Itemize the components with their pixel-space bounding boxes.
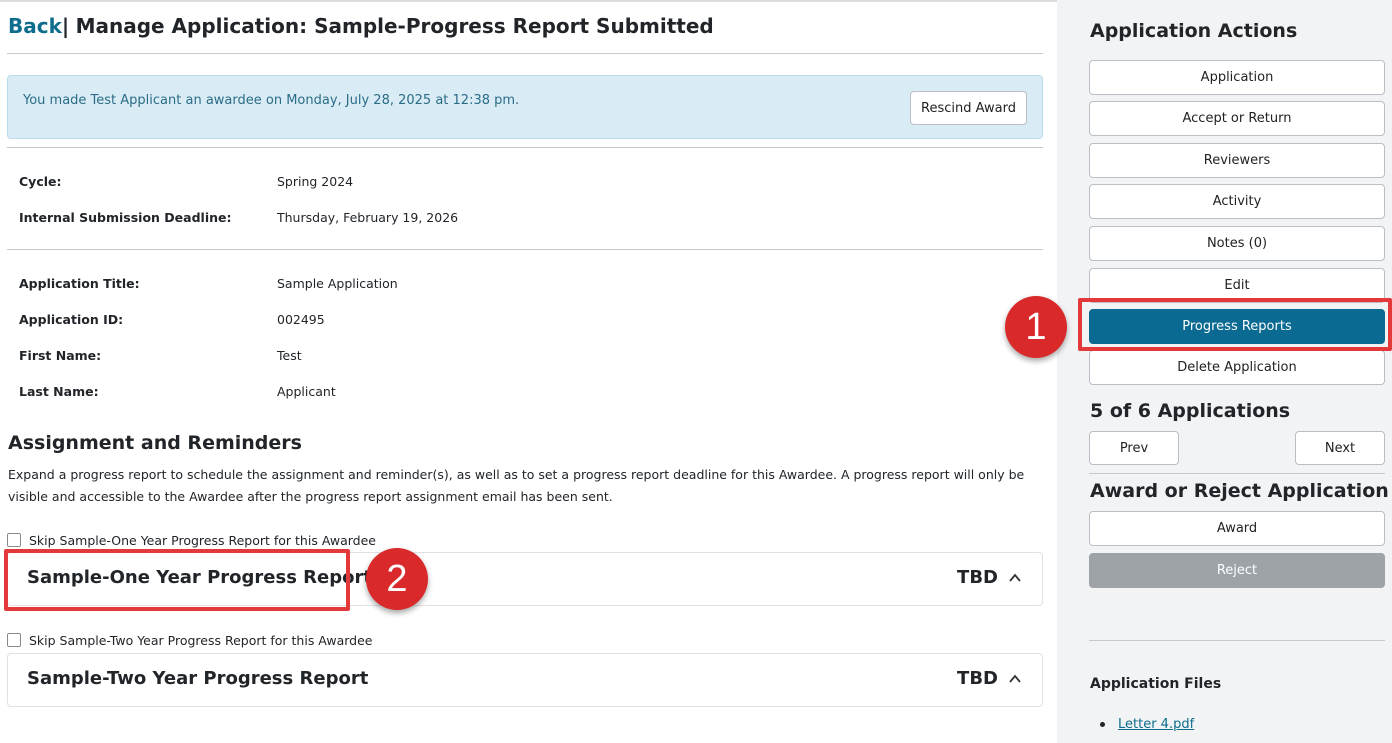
step-badge: 2 [366, 548, 428, 610]
progress-report-accordion[interactable]: Sample-One Year Progress Report TBD [7, 552, 1043, 606]
page-header: Back| Manage Application: Sample-Progres… [8, 11, 714, 41]
skip-label: Skip Sample-One Year Progress Report for… [29, 532, 376, 548]
file-list-item: Letter 4.pdf [1100, 717, 1194, 732]
last-name-label: Last Name: [19, 384, 99, 399]
skip-checkbox[interactable] [7, 533, 21, 547]
alert-message: You made Test Applicant an awardee on Mo… [23, 93, 520, 108]
divider [1089, 473, 1385, 474]
first-name-label: First Name: [19, 348, 102, 363]
divider [7, 53, 1043, 54]
file-link[interactable]: Letter 4.pdf [1118, 717, 1194, 732]
reviewers-button[interactable]: Reviewers [1089, 143, 1385, 178]
award-reject-heading: Award or Reject Application [1090, 480, 1389, 502]
progress-report-accordion[interactable]: Sample-Two Year Progress Report TBD [7, 653, 1043, 707]
edit-button[interactable]: Edit [1089, 268, 1385, 303]
skip-checkbox[interactable] [7, 633, 21, 647]
bullet-icon [1100, 722, 1105, 727]
report-title: Sample-Two Year Progress Report [27, 668, 369, 689]
app-id-value: 002495 [277, 312, 325, 327]
first-name-value: Test [277, 348, 302, 363]
report-status: TBD [957, 567, 998, 588]
cycle-value: Spring 2024 [277, 174, 354, 189]
divider [1089, 640, 1385, 641]
application-files-heading: Application Files [1090, 676, 1222, 692]
skip-label: Skip Sample-Two Year Progress Report for… [29, 632, 373, 648]
step-badge: 1 [1005, 296, 1067, 358]
prev-button[interactable]: Prev [1089, 431, 1179, 465]
activity-button[interactable]: Activity [1089, 184, 1385, 219]
accept-or-return-button[interactable]: Accept or Return [1089, 101, 1385, 136]
divider [7, 249, 1043, 250]
chevron-up-icon[interactable] [1008, 571, 1022, 585]
title-separator: | [61, 14, 70, 38]
page-title: Manage Application: Sample-Progress Repo… [75, 14, 714, 38]
last-name-value: Applicant [277, 384, 336, 399]
chevron-up-icon[interactable] [1008, 672, 1022, 686]
application-actions-heading: Application Actions [1090, 20, 1298, 42]
awardee-alert: You made Test Applicant an awardee on Mo… [7, 75, 1043, 139]
pagination-heading: 5 of 6 Applications [1090, 400, 1291, 422]
assignment-description: Expand a progress report to schedule the… [8, 467, 1025, 504]
assignment-heading: Assignment and Reminders [8, 432, 302, 454]
reject-button: Reject [1089, 553, 1385, 588]
app-title-label: Application Title: [19, 276, 140, 291]
notes-button[interactable]: Notes (0) [1089, 226, 1385, 261]
application-button[interactable]: Application [1089, 60, 1385, 95]
next-button[interactable]: Next [1295, 431, 1385, 465]
report-status: TBD [957, 668, 998, 689]
cycle-label: Cycle: [19, 174, 62, 189]
rescind-award-button[interactable]: Rescind Award [910, 91, 1027, 125]
deadline-label: Internal Submission Deadline: [19, 210, 232, 225]
deadline-value: Thursday, February 19, 2026 [277, 210, 459, 225]
progress-reports-button[interactable]: Progress Reports [1089, 309, 1385, 344]
skip-report-row: Skip Sample-One Year Progress Report for… [7, 531, 376, 549]
delete-application-button[interactable]: Delete Application [1089, 350, 1385, 385]
back-link[interactable]: Back [8, 14, 62, 38]
divider [7, 147, 1043, 148]
award-button[interactable]: Award [1089, 511, 1385, 546]
app-id-label: Application ID: [19, 312, 124, 327]
report-title: Sample-One Year Progress Report [27, 567, 372, 588]
app-title-value: Sample Application [277, 276, 398, 291]
skip-report-row: Skip Sample-Two Year Progress Report for… [7, 631, 372, 649]
